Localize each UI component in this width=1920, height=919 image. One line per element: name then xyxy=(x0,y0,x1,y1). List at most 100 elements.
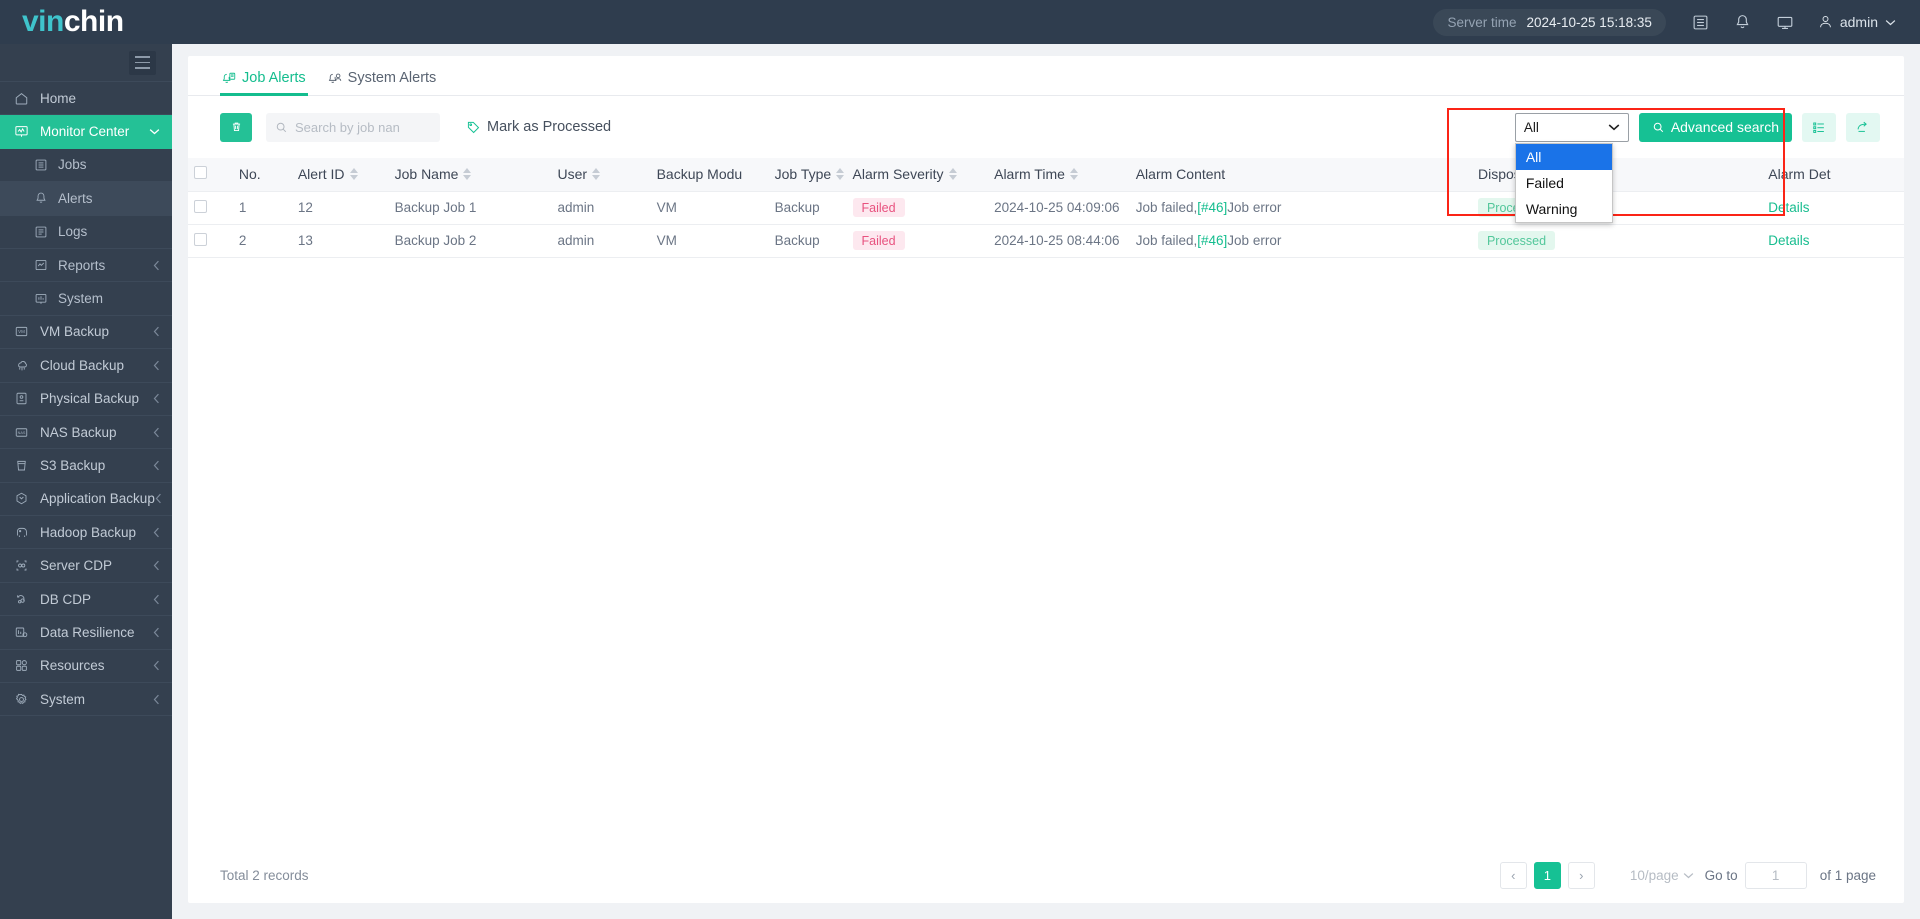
job-alerts-icon xyxy=(222,71,237,86)
page-size-select[interactable]: 10/page xyxy=(1630,868,1694,883)
advanced-search-button[interactable]: Advanced search xyxy=(1639,113,1792,142)
svg-text:VM: VM xyxy=(18,329,25,334)
sidebar-item-label: Data Resilience xyxy=(40,625,135,640)
monitor-center-icon xyxy=(14,124,40,139)
sidebar-item-application-backup[interactable]: Application Backup xyxy=(0,483,172,516)
tab-system-alerts[interactable]: System Alerts xyxy=(326,70,439,95)
alarm-content-post: Job error xyxy=(1227,233,1281,248)
row-select-cell[interactable] xyxy=(188,224,233,257)
severity-option-warning[interactable]: Warning xyxy=(1516,196,1612,222)
sort-icon[interactable] xyxy=(949,168,957,180)
sidebar-item-resources[interactable]: Resources xyxy=(0,650,172,683)
col-backup-module: Backup Modu xyxy=(651,158,769,191)
chevron-down-icon xyxy=(1683,872,1694,879)
monitor-icon[interactable] xyxy=(1764,0,1806,44)
toolbar-right: All All Failed Warning Adv xyxy=(1515,113,1880,142)
cell-job-name: Backup Job 1 xyxy=(389,191,552,224)
row-checkbox[interactable] xyxy=(194,233,207,246)
user-name: admin xyxy=(1840,14,1878,30)
col-job-type[interactable]: Job Type xyxy=(769,158,847,191)
sidebar-item-alerts[interactable]: Alerts xyxy=(0,182,172,215)
col-alarm-severity[interactable]: Alarm Severity xyxy=(847,158,989,191)
severity-filter[interactable]: All All Failed Warning xyxy=(1515,113,1629,142)
severity-option-all[interactable]: All xyxy=(1516,144,1612,170)
sidebar-item-system-sub[interactable]: System xyxy=(0,282,172,315)
sidebar-item-system[interactable]: System xyxy=(0,683,172,716)
table-row[interactable]: 1 12 Backup Job 1 admin VM Backup Failed… xyxy=(188,191,1904,224)
page-1-button[interactable]: 1 xyxy=(1534,862,1561,889)
sort-icon[interactable] xyxy=(836,168,844,180)
sidebar-item-vm-backup[interactable]: VM VM Backup xyxy=(0,316,172,349)
sidebar-subitem-label: System xyxy=(58,291,103,306)
sidebar-item-label: Server CDP xyxy=(40,558,112,573)
next-page-button[interactable]: › xyxy=(1568,862,1595,889)
status-badge: Failed xyxy=(853,231,905,250)
sidebar-item-jobs[interactable]: Jobs xyxy=(0,149,172,182)
cell-user: admin xyxy=(551,224,650,257)
bell-icon[interactable] xyxy=(1722,0,1764,44)
mark-as-processed-button[interactable]: Mark as Processed xyxy=(466,119,611,135)
sidebar-item-cloud-backup[interactable]: Cloud Backup xyxy=(0,349,172,382)
select-all-checkbox[interactable] xyxy=(194,166,207,179)
severity-select[interactable]: All xyxy=(1515,113,1629,142)
total-records: Total 2 records xyxy=(220,868,309,883)
hamburger-menu-icon[interactable] xyxy=(129,51,156,75)
brand-logo[interactable]: vinchin xyxy=(0,7,210,37)
cell-alarm-time: 2024-10-25 04:09:06 xyxy=(988,191,1130,224)
cell-alert-id: 13 xyxy=(292,224,389,257)
list-icon[interactable] xyxy=(1680,0,1722,44)
goto-page-input[interactable] xyxy=(1745,862,1807,889)
alerts-table: No. Alert ID Job Name User Backup Modu J… xyxy=(188,158,1904,258)
sidebar-item-hadoop-backup[interactable]: Hadoop Backup xyxy=(0,516,172,549)
search-box[interactable] xyxy=(266,113,440,142)
tab-job-alerts[interactable]: Job Alerts xyxy=(220,70,308,95)
sort-icon[interactable] xyxy=(592,168,600,180)
sidebar-item-monitor-center[interactable]: Monitor Center xyxy=(0,115,172,148)
row-checkbox[interactable] xyxy=(194,200,207,213)
cell-alarm-time: 2024-10-25 08:44:06 xyxy=(988,224,1130,257)
sidebar-item-label: Home xyxy=(40,91,76,106)
sort-icon[interactable] xyxy=(350,168,358,180)
sidebar-item-db-cdp[interactable]: DB CDP xyxy=(0,583,172,616)
resources-icon xyxy=(14,658,40,673)
sort-icon[interactable] xyxy=(463,168,471,180)
sidebar-item-nas-backup[interactable]: NAS NAS Backup xyxy=(0,416,172,449)
cell-alert-id: 12 xyxy=(292,191,389,224)
sidebar-item-home[interactable]: Home xyxy=(0,82,172,115)
sort-icon[interactable] xyxy=(1070,168,1078,180)
sidebar-item-data-resilience[interactable]: Data Resilience xyxy=(0,616,172,649)
sidebar-item-s3-backup[interactable]: S3 Backup xyxy=(0,449,172,482)
table-body: 1 12 Backup Job 1 admin VM Backup Failed… xyxy=(188,191,1904,257)
cell-alarm-details[interactable]: Details xyxy=(1762,191,1904,224)
cell-alarm-details[interactable]: Details xyxy=(1762,224,1904,257)
jobs-icon xyxy=(34,158,58,172)
user-menu[interactable]: admin xyxy=(1806,0,1896,44)
delete-button[interactable] xyxy=(220,113,252,142)
export-button[interactable] xyxy=(1846,113,1880,142)
svg-text:NAS: NAS xyxy=(18,431,26,435)
col-alert-id[interactable]: Alert ID xyxy=(292,158,389,191)
sidebar-item-physical-backup[interactable]: Physical Backup xyxy=(0,383,172,416)
prev-page-button[interactable]: ‹ xyxy=(1500,862,1527,889)
col-job-name[interactable]: Job Name xyxy=(389,158,552,191)
col-alarm-time[interactable]: Alarm Time xyxy=(988,158,1130,191)
column-settings-button[interactable] xyxy=(1802,113,1836,142)
severity-options-menu[interactable]: All Failed Warning xyxy=(1515,143,1613,223)
server-time-value: 2024-10-25 15:18:35 xyxy=(1527,15,1652,30)
chevron-left-icon xyxy=(153,427,160,438)
col-user[interactable]: User xyxy=(551,158,650,191)
table-row[interactable]: 2 13 Backup Job 2 admin VM Backup Failed… xyxy=(188,224,1904,257)
sidebar-item-server-cdp[interactable]: Server CDP xyxy=(0,549,172,582)
details-link[interactable]: Details xyxy=(1768,233,1809,248)
sidebar-item-logs[interactable]: Logs xyxy=(0,216,172,249)
trash-icon xyxy=(230,120,243,134)
cell-backup-module: VM xyxy=(651,224,769,257)
alarm-content-pre: Job failed, xyxy=(1136,200,1198,215)
sidebar-item-reports[interactable]: Reports xyxy=(0,249,172,282)
select-all-header[interactable] xyxy=(188,158,233,191)
row-select-cell[interactable] xyxy=(188,191,233,224)
sidebar-item-label: Physical Backup xyxy=(40,391,139,406)
search-input[interactable] xyxy=(295,120,425,135)
severity-option-failed[interactable]: Failed xyxy=(1516,170,1612,196)
details-link[interactable]: Details xyxy=(1768,200,1809,215)
